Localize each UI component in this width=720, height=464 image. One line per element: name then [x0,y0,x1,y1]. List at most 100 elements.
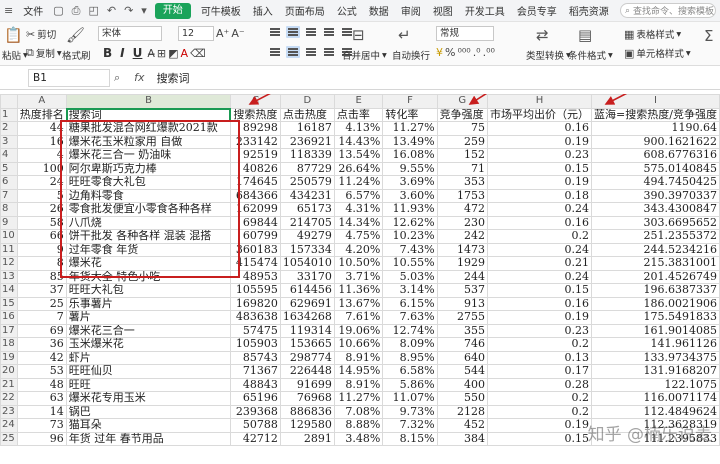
cell-g[interactable]: 1929 [436,256,489,271]
cell-e[interactable]: 26.64% [333,161,384,176]
merge-center-button[interactable]: ⊟ [352,26,365,44]
cell-c[interactable]: 684366 [230,188,281,203]
row-header[interactable]: 24 [0,418,18,433]
cell-d[interactable]: 点击热度 [279,107,335,122]
cell-c[interactable]: 89298 [230,121,281,136]
cell-h[interactable]: 0.2 [487,229,593,244]
cell-i[interactable]: 蓝海=搜索热度/竞争强度 [591,107,720,122]
name-box[interactable]: B1 [28,68,110,87]
cell-a[interactable]: 16 [16,134,67,149]
cell-h[interactable]: 0.21 [487,256,593,271]
cell-g[interactable]: 640 [436,350,489,365]
col-header-h[interactable]: H [487,94,593,109]
cell-b[interactable]: 八爪烧 [65,215,232,230]
cell-d[interactable]: 118339 [279,148,335,163]
redo-icon[interactable]: ↷ [120,4,137,17]
cell-b[interactable]: 薯片 [65,310,232,325]
cell-b[interactable]: 旺旺 [65,377,232,392]
strikethrough-icon[interactable]: A̶ [147,47,155,60]
row-header[interactable]: 8 [0,202,18,217]
cell-g[interactable]: 544 [436,364,489,379]
cell-f[interactable]: 3.60% [382,188,438,203]
cell-b[interactable]: 过年零食 年货 [65,242,232,257]
cell-f[interactable]: 6.15% [382,296,438,311]
font-color-icon[interactable]: A [181,47,189,60]
cell-g[interactable]: 242 [436,229,489,244]
row-header[interactable]: 25 [0,431,18,446]
row-header[interactable]: 21 [0,377,18,392]
cell-a[interactable]: 37 [16,283,67,298]
cell-e[interactable]: 6.57% [333,188,384,203]
cell-e[interactable]: 3.71% [333,269,384,284]
cell-e[interactable]: 4.13% [333,121,384,136]
cell-style-button[interactable]: ▣ 单元格样式 ▾ [624,46,691,61]
cell-i[interactable]: 303.6695652 [591,215,720,230]
col-header-a[interactable]: A [16,94,67,109]
cell-c[interactable]: 162099 [230,202,281,217]
cell-h[interactable]: 0.23 [487,323,593,338]
font-family-select[interactable]: 宋体 [98,26,162,41]
row-header[interactable]: 11 [0,242,18,257]
cell-f[interactable]: 11.93% [382,202,438,217]
cell-b[interactable]: 旺旺大礼包 [65,283,232,298]
cell-d[interactable]: 33170 [279,269,335,284]
cell-e[interactable]: 4.20% [333,242,384,257]
cell-e[interactable]: 13.67% [333,296,384,311]
cell-i[interactable]: 1190.64 [591,121,720,136]
cell-d[interactable]: 250579 [279,175,335,190]
row-header[interactable]: 4 [0,148,18,163]
cell-d[interactable]: 87729 [279,161,335,176]
cell-b[interactable]: 爆米花三合一 [65,323,232,338]
italic-button[interactable]: I [117,46,127,60]
cell-h[interactable]: 0.16 [487,296,593,311]
cell-a[interactable]: 85 [16,269,67,284]
cell-h[interactable]: 0.2 [487,404,593,419]
cell-h[interactable]: 0.23 [487,148,593,163]
cell-a[interactable]: 36 [16,337,67,352]
cell-e[interactable]: 19.06% [333,323,384,338]
cell-h[interactable]: 0.15 [487,431,593,446]
cell-h[interactable]: 0.19 [487,134,593,149]
col-header-d[interactable]: D [279,94,335,109]
cell-d[interactable]: 129580 [279,418,335,433]
cell-b[interactable]: 爆米花玉米粒家用 自做 [65,134,232,149]
cell-f[interactable]: 9.55% [382,161,438,176]
cell-a[interactable]: 73 [16,418,67,433]
command-search-input[interactable]: ⌕ 查找命令、搜索模板 [620,3,716,18]
cell-c[interactable]: 483638 [230,310,281,325]
justify-icon[interactable] [322,46,336,58]
undo-icon[interactable]: ↶ [103,4,120,17]
cell-g[interactable]: 400 [436,377,489,392]
cell-g[interactable]: 384 [436,431,489,446]
cell-e[interactable]: 14.95% [333,364,384,379]
cell-g[interactable]: 913 [436,296,489,311]
cell-c[interactable]: 105903 [230,337,281,352]
cell-f[interactable]: 5.86% [382,377,438,392]
cell-c[interactable]: 48843 [230,377,281,392]
col-header-b[interactable]: B [65,94,232,109]
cell-h[interactable]: 0.24 [487,269,593,284]
cell-d[interactable]: 434231 [279,188,335,203]
col-header-c[interactable]: C [230,94,281,109]
cell-g[interactable]: 2755 [436,310,489,325]
cell-h[interactable]: 0.19 [487,175,593,190]
cell-f[interactable]: 6.58% [382,364,438,379]
cell-i[interactable]: 575.0140845 [591,161,720,176]
tab-formulas[interactable]: 公式 [331,3,363,18]
cell-i[interactable]: 251.2355372 [591,229,720,244]
row-header[interactable]: 1 [0,107,18,122]
type-convert-label[interactable]: 类型转换 ▾ [526,48,571,63]
border-icon[interactable]: ⊞ [157,47,166,60]
cell-a[interactable]: 5 [16,188,67,203]
cell-e[interactable]: 8.91% [333,350,384,365]
cell-i[interactable]: 494.7450425 [591,175,720,190]
cell-c[interactable]: 233142 [230,134,281,149]
cell-g[interactable]: 230 [436,215,489,230]
cell-f[interactable]: 8.09% [382,337,438,352]
fill-color-icon[interactable]: ◩ [168,47,178,60]
align-center-icon[interactable] [286,46,300,58]
cell-i[interactable]: 131.9168207 [591,364,720,379]
cell-b[interactable]: 猫耳朵 [65,418,232,433]
cell-d[interactable]: 76968 [279,391,335,406]
cell-c[interactable]: 69844 [230,215,281,230]
